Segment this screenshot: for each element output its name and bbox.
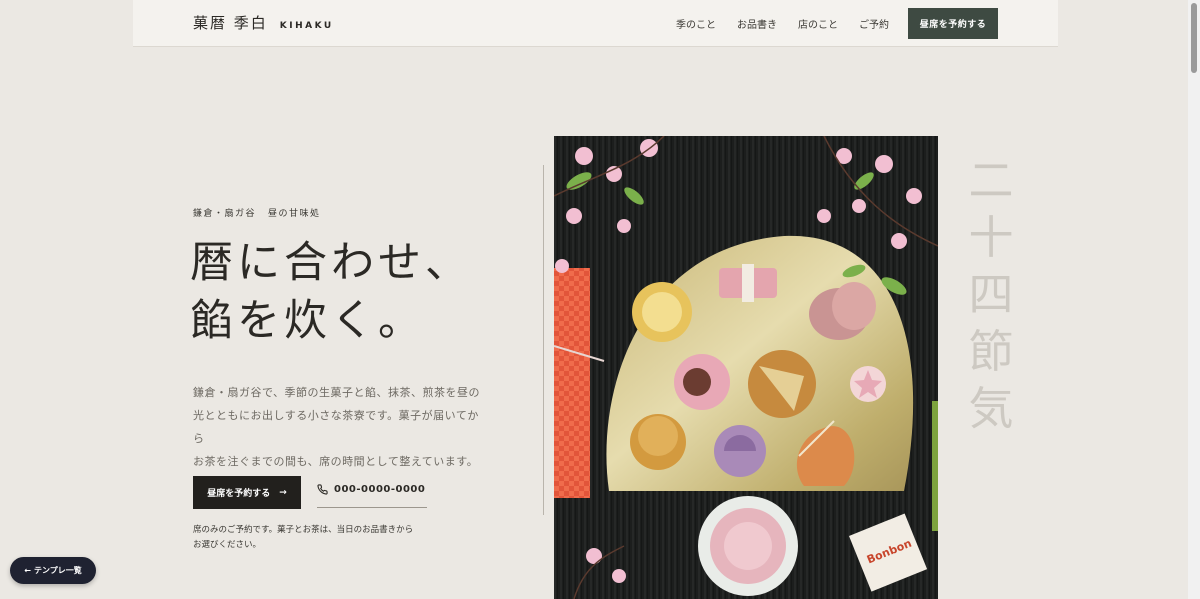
phone-link[interactable]: 000-0000-0000 bbox=[317, 484, 428, 508]
reservation-note: 席のみのご予約です。菓子とお茶は、当日のお品書きから お選びください。 bbox=[193, 523, 433, 553]
phone-icon bbox=[317, 484, 328, 498]
nav-item-season[interactable]: 季のこと bbox=[676, 16, 716, 31]
scrollbar-thumb[interactable] bbox=[1191, 3, 1197, 73]
template-list-label: テンプレ一覧 bbox=[33, 566, 82, 575]
wagashi-illustration: Bonbon bbox=[554, 136, 938, 599]
brand-logo[interactable]: 菓暦 季白 KIHAKU bbox=[193, 12, 334, 33]
note-line-1: 席のみのご予約です。菓子とお茶は、当日のお品書きから bbox=[193, 525, 414, 535]
nav-item-menu[interactable]: お品書き bbox=[737, 16, 777, 31]
eyebrow-desc: 昼の甘味処 bbox=[268, 209, 321, 219]
main-nav: 季のこと お品書き 店のこと ご予約 bbox=[676, 16, 889, 31]
vertical-char-4: 節 bbox=[968, 325, 1014, 378]
arrow-right-icon: → bbox=[279, 487, 287, 498]
hero-reserve-label: 昼席を予約する bbox=[207, 489, 271, 499]
hero-photo-wagashi: Bonbon bbox=[554, 136, 938, 599]
arrow-left-icon: ← bbox=[24, 566, 31, 575]
header-reserve-button[interactable]: 昼席を予約する bbox=[908, 8, 998, 39]
phone-number: 000-0000-0000 bbox=[334, 484, 426, 495]
brand-name-en: KIHAKU bbox=[279, 21, 334, 31]
template-list-button[interactable]: ← テンプレ一覧 bbox=[10, 557, 96, 584]
vertical-decoration: 二 十 四 節 気 bbox=[966, 152, 1016, 437]
vertical-char-5: 気 bbox=[968, 382, 1014, 435]
hero-headline: 暦に合わせ、 餡を炊く。 bbox=[190, 234, 472, 350]
eyebrow-place: 鎌倉・扇ガ谷 bbox=[193, 209, 257, 219]
brand-name-jp: 菓暦 季白 bbox=[193, 14, 268, 32]
hero-eyebrow: 鎌倉・扇ガ谷 昼の甘味処 bbox=[193, 206, 321, 219]
lead-line-1: 鎌倉・扇ガ谷で、季節の生菓子と餡、抹茶、煎茶を昼の bbox=[193, 386, 481, 399]
headline-line-2: 餡を炊く。 bbox=[190, 296, 425, 346]
hero-lead: 鎌倉・扇ガ谷で、季節の生菓子と餡、抹茶、煎茶を昼の 光とともにお出しする小さな茶… bbox=[193, 381, 483, 473]
divider-line bbox=[543, 165, 544, 515]
site-header: 菓暦 季白 KIHAKU 季のこと お品書き 店のこと ご予約 昼席を予約する bbox=[133, 0, 1058, 47]
lead-line-2: 光とともにお出しする小さな茶寮です。菓子が届いてから bbox=[193, 409, 479, 445]
note-line-2: お選びください。 bbox=[193, 540, 262, 550]
vertical-char-1: 二 bbox=[968, 154, 1014, 207]
nav-item-shop[interactable]: 店のこと bbox=[798, 16, 838, 31]
headline-line-1: 暦に合わせ、 bbox=[190, 238, 472, 288]
lead-line-3: お茶を注ぐまでの間も、席の時間として整えています。 bbox=[193, 455, 479, 468]
vertical-char-3: 四 bbox=[968, 268, 1014, 321]
scrollbar[interactable] bbox=[1188, 0, 1200, 599]
nav-item-reserve[interactable]: ご予約 bbox=[859, 16, 889, 31]
vertical-char-2: 十 bbox=[968, 211, 1014, 264]
hero-reserve-button[interactable]: 昼席を予約する → bbox=[193, 476, 301, 509]
